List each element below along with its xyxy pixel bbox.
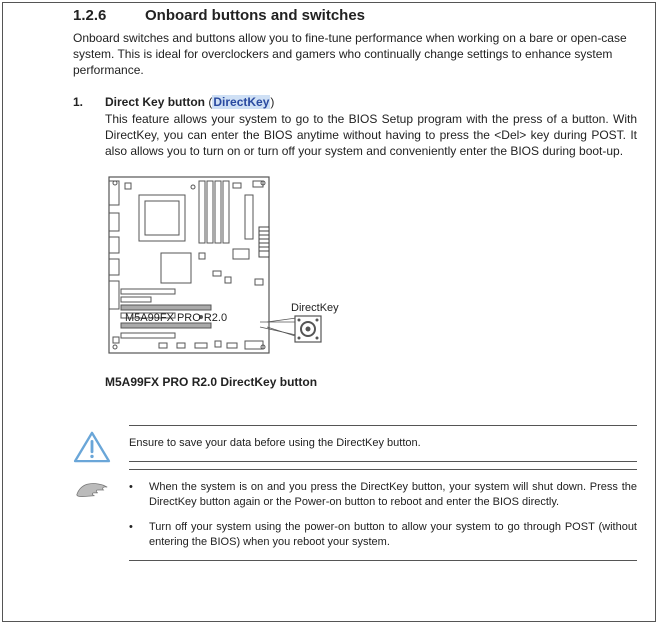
figure: M5A99FX PRO R2.0 DirectKey M5A99FX PRO R… [105, 173, 637, 389]
item-title-line: Direct Key button (DirectKey) [105, 95, 637, 109]
figure-caption: M5A99FX PRO R2.0 DirectKey button [105, 375, 637, 389]
directkey-label: DirectKey [291, 302, 339, 314]
item-number: 1. [73, 95, 105, 160]
warning-note: Ensure to save your data before using th… [73, 425, 637, 463]
list-item: • When the system is on and you press th… [129, 480, 637, 510]
warning-icon [73, 431, 111, 463]
list-item: • Turn off your system using the power-o… [129, 520, 637, 550]
list-item: 1. Direct Key button (DirectKey) This fe… [73, 95, 637, 160]
info-list: • When the system is on and you press th… [129, 480, 637, 549]
info-text-2: Turn off your system using the power-on … [149, 520, 637, 550]
intro-paragraph: Onboard switches and buttons allow you t… [73, 30, 637, 79]
bullet-icon: • [129, 520, 135, 550]
manual-page: 1.2.6 Onboard buttons and switches Onboa… [2, 2, 656, 622]
board-model-text: M5A99FX PRO R2.0 [125, 312, 227, 324]
directkey-button-illustration: DirectKey [260, 302, 339, 342]
item-title: Direct Key button [105, 95, 205, 109]
section-heading: 1.2.6 Onboard buttons and switches [73, 2, 637, 26]
info-text-1: When the system is on and you press the … [149, 480, 637, 510]
section-title: Onboard buttons and switches [145, 7, 365, 24]
item-tag-close: ) [270, 95, 274, 109]
bullet-icon: • [129, 480, 135, 510]
item-description: This feature allows your system to go to… [105, 111, 637, 160]
section-number: 1.2.6 [73, 7, 145, 24]
item-tag: DirectKey [212, 95, 270, 109]
info-note: • When the system is on and you press th… [73, 469, 637, 560]
motherboard-diagram: M5A99FX PRO R2.0 DirectKey [105, 173, 365, 368]
hand-icon [73, 475, 111, 507]
warning-text: Ensure to save your data before using th… [129, 437, 421, 449]
